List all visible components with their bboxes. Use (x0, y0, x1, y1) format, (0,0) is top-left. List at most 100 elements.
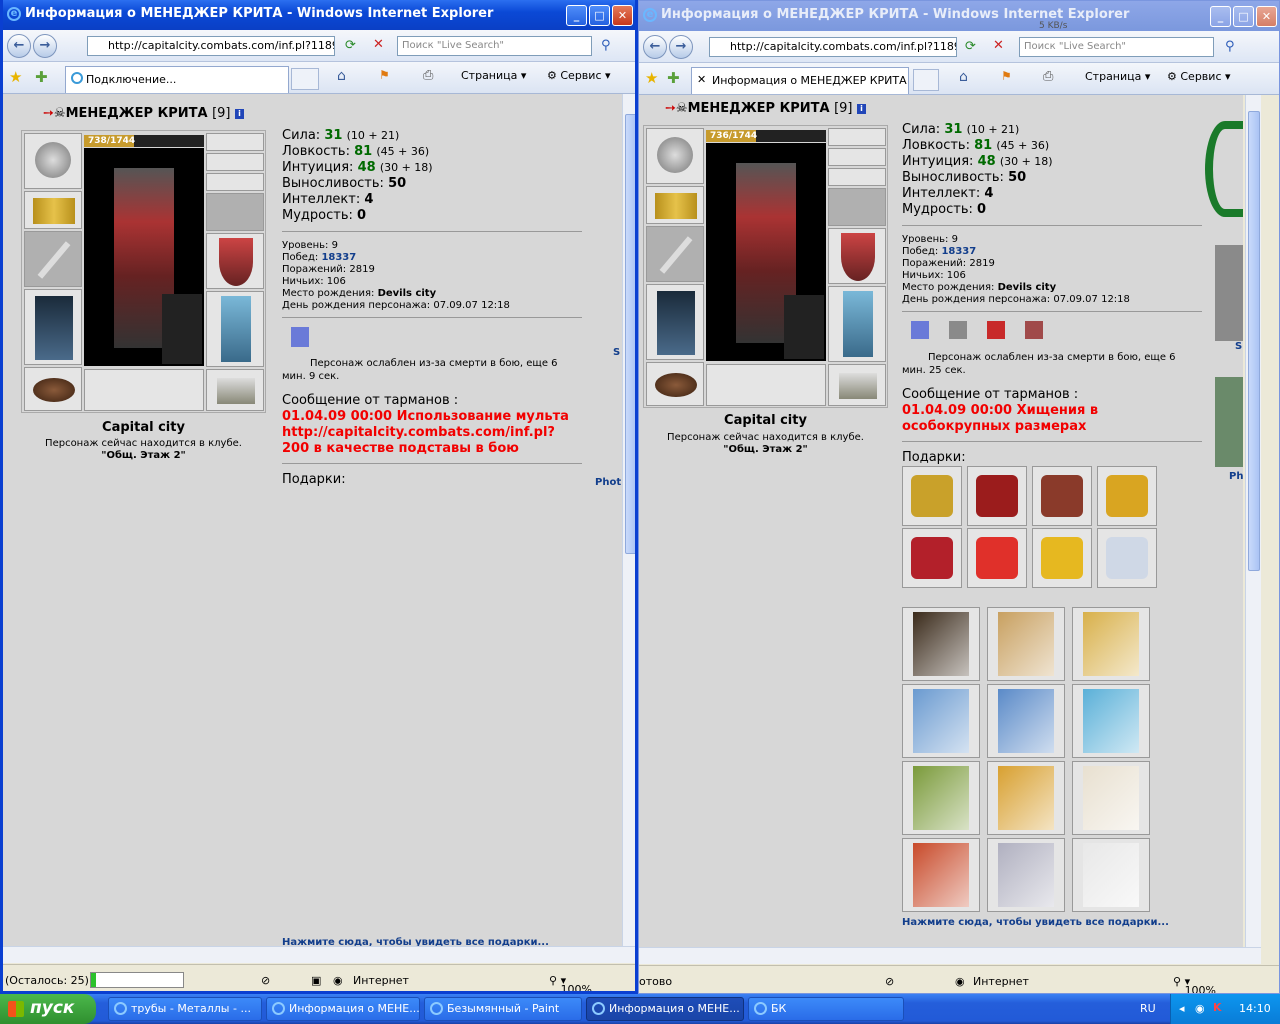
slot-earrings[interactable] (206, 133, 264, 151)
print-icon[interactable]: ⎙ (1043, 69, 1053, 84)
vertical-scrollbar[interactable] (622, 94, 635, 946)
gift-item[interactable] (902, 466, 962, 526)
slot-bracers[interactable] (828, 188, 886, 226)
postcard-item[interactable] (1072, 684, 1150, 758)
postcard-item[interactable] (902, 838, 980, 912)
slot-leggings[interactable] (828, 286, 886, 362)
slot-amulet[interactable] (828, 148, 886, 166)
badge-icon[interactable] (1025, 321, 1043, 339)
slot-rings[interactable] (828, 168, 886, 186)
back-button[interactable]: ← (643, 35, 667, 59)
minimize-button[interactable]: _ (566, 5, 587, 26)
task-button[interactable]: Информация о МЕНЕ... (266, 997, 420, 1021)
address-input[interactable]: http://capitalcity.combats.com/inf.pl?11… (87, 36, 335, 56)
task-button-active[interactable]: Информация о МЕНЕ... (586, 997, 744, 1021)
postcard-item[interactable] (902, 761, 980, 835)
service-menu[interactable]: ⚙ Сервис ▾ (547, 69, 611, 82)
slot-gloves[interactable] (24, 191, 82, 229)
side-link[interactable]: S (613, 347, 620, 358)
new-tab-button[interactable] (913, 69, 939, 91)
page-menu[interactable]: Страница ▾ (461, 69, 526, 82)
tray-icon[interactable]: ◂ (1179, 1002, 1185, 1015)
slot-bracers[interactable] (206, 193, 264, 231)
photo-link[interactable]: Phot (595, 477, 621, 488)
postcard-item[interactable] (987, 607, 1065, 681)
slot-helmet[interactable] (646, 128, 704, 184)
tab-active[interactable]: ✕ Информация о МЕНЕДЖЕР КРИТА (691, 67, 909, 94)
rss-icon[interactable]: ⚑ (1001, 69, 1012, 83)
stop-icon[interactable]: ✕ (373, 37, 384, 52)
slot-shield[interactable] (828, 228, 886, 284)
all-gifts-link[interactable]: Нажмите сюда, чтобы увидеть все подарки.… (282, 937, 549, 946)
favorites-star-icon[interactable]: ★ (645, 69, 658, 87)
task-button[interactable]: БК (748, 997, 904, 1021)
antivirus-icon[interactable]: K (1213, 1001, 1222, 1014)
popup-blocker-icon[interactable]: ⊘ (885, 975, 894, 988)
photo-link[interactable]: Phot (1229, 471, 1243, 482)
tray-icon[interactable]: ◉ (1195, 1002, 1205, 1015)
search-input[interactable]: Поиск "Live Search" (1019, 37, 1214, 57)
side-link[interactable]: S (1235, 341, 1242, 352)
postcard-item[interactable] (1072, 607, 1150, 681)
slot-leggings[interactable] (206, 291, 264, 367)
slot-gloves[interactable] (646, 186, 704, 224)
close-button[interactable]: ✕ (612, 5, 633, 26)
maximize-button[interactable]: □ (1233, 6, 1254, 27)
refresh-icon[interactable]: ⟳ (345, 38, 356, 53)
slot-helmet[interactable] (24, 133, 82, 189)
add-favorite-icon[interactable]: ✚ (667, 69, 680, 87)
new-tab-button[interactable] (291, 68, 319, 90)
postcard-item[interactable] (1072, 838, 1150, 912)
back-button[interactable]: ← (7, 34, 31, 58)
gift-item[interactable] (967, 466, 1027, 526)
title-bar[interactable]: e Информация о МЕНЕДЖЕР КРИТА - Windows … (639, 1, 1279, 31)
task-button[interactable]: трубы - Металлы - ... (108, 997, 262, 1021)
horizontal-scrollbar[interactable] (639, 947, 1261, 964)
favorites-star-icon[interactable]: ★ (9, 68, 22, 86)
add-favorite-icon[interactable]: ✚ (35, 68, 48, 86)
zoom-control[interactable]: ⚲ 100% ▾ (1173, 975, 1216, 993)
badge-icon[interactable] (987, 321, 1005, 339)
info-icon[interactable]: i (857, 104, 867, 114)
forward-button[interactable]: → (669, 35, 693, 59)
maximize-button[interactable]: □ (589, 5, 610, 26)
refresh-icon[interactable]: ⟳ (965, 39, 976, 54)
slot-belt[interactable] (24, 367, 82, 411)
language-indicator[interactable]: RU (1140, 1002, 1156, 1015)
postcard-item[interactable] (987, 684, 1065, 758)
postcard-item[interactable] (902, 684, 980, 758)
slot-boots[interactable] (828, 364, 886, 406)
stop-icon[interactable]: ✕ (993, 38, 1004, 53)
popup-blocker-icon[interactable]: ⊘ (261, 974, 270, 987)
title-bar[interactable]: e Информация о МЕНЕДЖЕР КРИТА - Windows … (3, 0, 635, 30)
horizontal-scrollbar[interactable] (3, 946, 635, 963)
rss-icon[interactable]: ⚑ (379, 68, 390, 82)
all-gifts-link[interactable]: Нажмите сюда, чтобы увидеть все подарки.… (902, 917, 1169, 928)
gift-item[interactable] (902, 528, 962, 588)
task-button[interactable]: Безымянный - Paint (424, 997, 582, 1021)
slot-boots[interactable] (206, 369, 264, 411)
search-icon[interactable]: ⚲ (1225, 39, 1235, 54)
info-icon[interactable]: i (235, 109, 245, 119)
slot-rings[interactable] (206, 173, 264, 191)
minimize-button[interactable]: _ (1210, 6, 1231, 27)
search-input[interactable]: Поиск "Live Search" (397, 36, 592, 56)
addon-icon[interactable]: ▣ (311, 974, 321, 987)
slot-belt[interactable] (646, 362, 704, 406)
clock[interactable]: 14:10 (1239, 1002, 1271, 1015)
ie-window-active[interactable]: e Информация о МЕНЕДЖЕР КРИТА - Windows … (0, 0, 638, 994)
home-icon[interactable]: ⌂ (959, 69, 968, 85)
gift-item[interactable] (1032, 528, 1092, 588)
slot-armor[interactable] (24, 289, 82, 365)
gift-item[interactable] (1032, 466, 1092, 526)
postcard-item[interactable] (987, 838, 1065, 912)
badge-icon[interactable] (291, 327, 309, 347)
search-icon[interactable]: ⚲ (601, 38, 611, 53)
tab-active[interactable]: Подключение... (65, 66, 289, 93)
zoom-control[interactable]: ⚲ 100% ▾ (549, 974, 592, 991)
vertical-scrollbar[interactable] (1245, 95, 1261, 947)
slot-weapon[interactable] (24, 231, 82, 287)
gift-item[interactable] (1097, 466, 1157, 526)
close-button[interactable]: ✕ (1256, 6, 1277, 27)
badge-icon[interactable] (949, 321, 967, 339)
